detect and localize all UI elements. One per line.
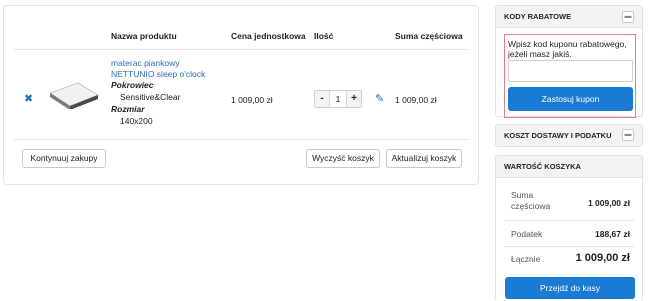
- total-label: Łącznie: [511, 254, 541, 264]
- coupon-code-input[interactable]: [508, 60, 633, 82]
- line-subtotal: 1 009,00 zł: [395, 95, 437, 105]
- remove-item-icon[interactable]: ✖: [24, 92, 33, 105]
- shipping-box-title: KOSZT DOSTAWY I PODATKU: [504, 131, 612, 140]
- update-cart-button[interactable]: Aktualizuj koszyk: [386, 149, 462, 168]
- option-value-cover: Sensitive&Clear: [120, 92, 181, 102]
- header-subtotal: Suma częściowa: [395, 31, 463, 41]
- collapse-toggle-icon[interactable]: ▬: [622, 11, 634, 23]
- unit-price: 1 009,00 zł: [231, 95, 273, 105]
- row-divider: [14, 139, 468, 140]
- tax-label: Podatek: [511, 229, 543, 239]
- coupon-form: Wpisz kod kuponu rabatowego, jeżeli masz…: [504, 34, 636, 118]
- subtotal-label: Suma częściowa: [511, 190, 551, 211]
- cart-totals-header: WARTOŚĆ KOSZYKA: [496, 156, 642, 178]
- header-divider: [14, 49, 468, 50]
- shipping-box-header[interactable]: KOSZT DOSTAWY I PODATKU ▬: [496, 125, 642, 146]
- edit-pencil-icon[interactable]: ✎: [375, 92, 384, 105]
- header-unit-price: Cena jednostkowa: [231, 31, 306, 41]
- clear-cart-button[interactable]: Wyczyść koszyk: [306, 149, 380, 168]
- quantity-input[interactable]: 1: [329, 91, 347, 107]
- tax-value: 188,67 zł: [595, 229, 630, 239]
- quantity-stepper: - 1 +: [314, 90, 362, 108]
- totals-divider: [504, 220, 634, 221]
- cart-totals-box: WARTOŚĆ KOSZYKA Suma częściowa 1 009,00 …: [495, 155, 643, 301]
- cart-totals-title: WARTOŚĆ KOSZYKA: [504, 162, 581, 171]
- expand-toggle-icon[interactable]: ▬: [622, 129, 634, 141]
- product-name-link[interactable]: materac piankowy NETTUNIO sleep o'clock: [111, 58, 223, 80]
- checkout-button[interactable]: Przejdź do kasy: [505, 277, 635, 299]
- quantity-increase-button[interactable]: +: [347, 91, 361, 107]
- coupon-instructions: Wpisz kod kuponu rabatowego, jeżeli masz…: [508, 39, 627, 59]
- continue-shopping-button[interactable]: Kontynuuj zakupy: [22, 149, 106, 168]
- option-label-size: Rozmiar: [111, 104, 145, 114]
- coupon-box-header[interactable]: KODY RABATOWE ▬: [496, 6, 642, 28]
- cart-panel: Nazwa produktu Cena jednostkowa Ilość Su…: [3, 5, 479, 185]
- shipping-box: KOSZT DOSTAWY I PODATKU ▬: [495, 124, 643, 147]
- option-value-size: 140x200: [120, 116, 153, 126]
- total-value: 1 009,00 zł: [575, 252, 630, 264]
- apply-coupon-button[interactable]: Zastosuj kupon: [508, 87, 633, 111]
- option-label-cover: Pokrowiec: [111, 80, 154, 90]
- coupon-box-title: KODY RABATOWE: [504, 12, 572, 21]
- header-product: Nazwa produktu: [111, 31, 177, 41]
- header-quantity: Ilość: [314, 31, 334, 41]
- quantity-decrease-button[interactable]: -: [315, 91, 329, 107]
- product-thumbnail[interactable]: [48, 79, 100, 109]
- subtotal-value: 1 009,00 zł: [587, 198, 630, 208]
- totals-divider: [504, 246, 634, 247]
- coupon-box: KODY RABATOWE ▬ Wpisz kod kuponu rabatow…: [495, 5, 643, 118]
